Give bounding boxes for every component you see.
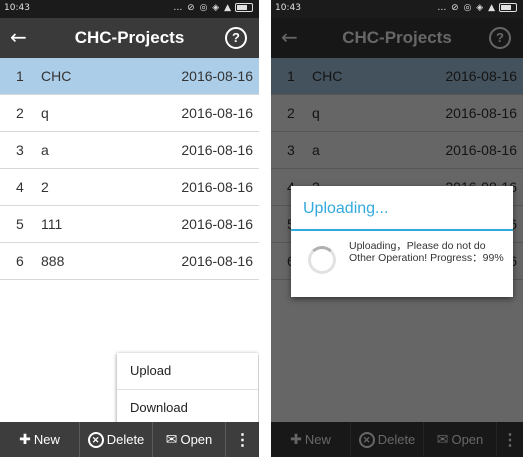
project-date: 2016-08-16 [181,105,253,121]
bottom-toolbar: ✚ New ✕ Delete ✉ Open ⋮ [0,422,259,457]
row-number: 3 [16,142,24,158]
download-menu-item[interactable]: Download [117,389,258,426]
project-row-4[interactable]: 4 2 2016-08-16 [0,169,259,206]
new-label: New [33,432,60,447]
project-row-1[interactable]: 1 CHC 2016-08-16 [0,58,259,95]
project-row-6[interactable]: 6 888 2016-08-16 [0,243,259,280]
new-project-icon: ✚ [19,431,31,448]
delete-label: Delete [106,432,145,447]
project-row-5[interactable]: 5 111 2016-08-16 [0,206,259,243]
project-date: 2016-08-16 [181,179,253,195]
project-date: 2016-08-16 [181,216,253,232]
project-row-3[interactable]: 3 a 2016-08-16 [0,132,259,169]
status-time: 10:43 [275,3,301,13]
open-button[interactable]: ✉ Open [153,422,226,457]
dialog-message: Uploading，Please do not do Other Operati… [349,240,504,264]
delete-circle-x-icon: ✕ [87,431,104,448]
dialog-title: Uploading... [303,200,389,217]
status-bar: 10:43 … ⊘ ◎ ◈ ▲ [271,0,523,18]
project-name: CHC [41,68,72,84]
more-options-button[interactable]: ⋮ [226,422,259,457]
battery-icon [235,3,253,12]
status-icons: … ⊘ ◎ ◈ ▲ [437,3,517,13]
row-number: 5 [16,216,24,232]
delete-button[interactable]: ✕ Delete [80,422,153,457]
overflow-popup-menu: Upload Download [117,353,258,425]
phone-screen-right: 10:43 … ⊘ ◎ ◈ ▲ ← CHC-Projects ? 1 CHC 2… [271,0,523,457]
project-name: 2 [41,179,49,195]
phone-screen-left: 10:43 … ⊘ ◎ ◈ ▲ ← CHC-Projects ? 1 CHC 2… [0,0,259,457]
project-name: q [41,105,49,121]
project-date: 2016-08-16 [181,68,253,84]
dialog-title-divider [291,229,513,231]
project-date: 2016-08-16 [181,142,253,158]
upload-progress-dialog: Uploading... Uploading，Please do not do … [291,186,513,297]
row-number: 4 [16,179,24,195]
status-glyphs: … ⊘ ◎ ◈ ▲ [173,3,232,13]
row-number: 1 [16,68,24,84]
project-name: 111 [41,216,63,232]
open-label: Open [180,432,213,447]
project-list: 1 CHC 2016-08-16 2 q 2016-08-16 3 a 2016… [0,58,259,280]
status-time: 10:43 [4,3,30,13]
loading-spinner-icon [308,246,336,274]
status-glyphs: … ⊘ ◎ ◈ ▲ [437,3,496,13]
project-name: 888 [41,253,65,269]
battery-icon [499,3,517,12]
title-bar: ← CHC-Projects ? [0,18,259,58]
project-name: a [41,142,49,158]
project-row-2[interactable]: 2 q 2016-08-16 [0,95,259,132]
upload-menu-item[interactable]: Upload [117,353,258,389]
status-icons: … ⊘ ◎ ◈ ▲ [173,3,253,13]
new-button[interactable]: ✚ New [0,422,80,457]
more-vertical-icon: ⋮ [234,431,251,449]
status-bar: 10:43 … ⊘ ◎ ◈ ▲ [0,0,259,18]
page-title: CHC-Projects [74,28,185,47]
open-envelope-icon: ✉ [165,431,178,448]
project-date: 2016-08-16 [181,253,253,269]
row-number: 6 [16,253,24,269]
help-icon[interactable]: ? [225,27,247,49]
row-number: 2 [16,105,24,121]
